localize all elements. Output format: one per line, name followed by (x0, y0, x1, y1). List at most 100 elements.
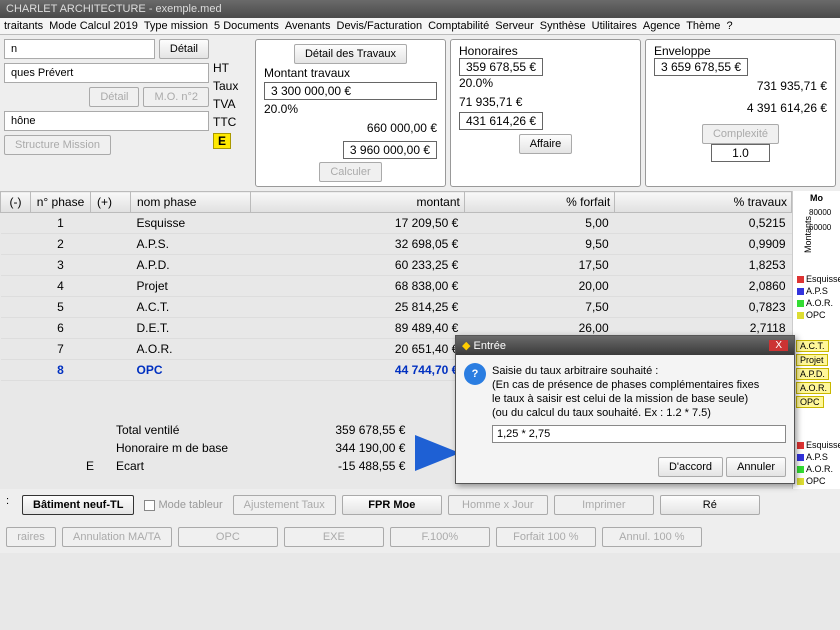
dialog-title: Entrée (474, 340, 506, 352)
enveloppe-title: Enveloppe (654, 44, 827, 58)
honoraires-title: Honoraires (459, 44, 632, 58)
field-1[interactable]: n (4, 39, 155, 59)
complexite-button[interactable]: Complexité (702, 124, 779, 144)
menu-item[interactable]: Serveur (495, 20, 534, 32)
fpr-moe-button[interactable]: FPR Moe (342, 495, 442, 515)
col-nphase[interactable]: n° phase (31, 192, 91, 213)
field-3[interactable]: hône (4, 111, 209, 131)
travaux-ttc: 3 960 000,00 € (343, 141, 437, 159)
menu-item[interactable]: Thème (686, 20, 720, 32)
menu-item[interactable]: Utilitaires (592, 20, 637, 32)
table-header-row: (-) n° phase (+) nom phase montant % for… (1, 192, 792, 213)
imprimer-button[interactable]: Imprimer (554, 495, 654, 515)
table-row[interactable]: 5A.C.T.25 814,25 €7,500,7823 (1, 297, 792, 318)
dialog-line-1: Saisie du taux arbitraire souhaité : (492, 365, 786, 377)
menu-item[interactable]: Synthèse (540, 20, 586, 32)
raires-button[interactable]: raires (6, 527, 56, 547)
ecart-col-e: E (70, 457, 110, 475)
homme-jour-button[interactable]: Homme x Jour (448, 495, 548, 515)
pointer-arrow-icon (415, 435, 460, 471)
label-e: E (213, 133, 231, 149)
phase-badge: A.P.D. (796, 368, 829, 380)
col-minus[interactable]: (-) (1, 192, 31, 213)
chart-ylabel: Montants (803, 216, 813, 253)
enveloppe-panel: Enveloppe 3 659 678,55 € 731 935,71 € 4 … (645, 39, 836, 187)
honoraires-panel: Honoraires 359 678,55 € 20.0% 71 935,71 … (450, 39, 641, 187)
close-icon[interactable]: X (769, 340, 788, 351)
col-plus[interactable]: (+) (91, 192, 131, 213)
label-ht: HT (213, 61, 251, 75)
menu-item[interactable]: Devis/Facturation (337, 20, 423, 32)
table-row[interactable]: 1Esquisse17 209,50 €5,000,5215 (1, 213, 792, 234)
legend-item: OPC (795, 309, 838, 321)
label-ttc: TTC (213, 115, 251, 129)
enveloppe-tva: 731 935,71 € (654, 76, 827, 96)
ajustement-taux-button[interactable]: Ajustement Taux (233, 495, 336, 515)
label-taux: Taux (213, 79, 251, 93)
menu-item[interactable]: Avenants (285, 20, 331, 32)
mode-tableur-check[interactable]: Mode tableur (140, 495, 226, 515)
right-charts: Mo Montants 80000 60000 EsquisseA.P.SA.O… (792, 191, 840, 489)
table-row[interactable]: 3A.P.D.60 233,25 €17,501,8253 (1, 255, 792, 276)
annulation-ma-ta-button[interactable]: Annulation MA/TA (62, 527, 172, 547)
table-row[interactable]: 4Projet68 838,00 €20,002,0860 (1, 276, 792, 297)
dialog-cancel-button[interactable]: Annuler (726, 457, 786, 477)
menu-item[interactable]: 5 Documents (214, 20, 279, 32)
menu-item[interactable]: Type mission (144, 20, 208, 32)
phase-badge: Projet (796, 354, 828, 366)
opc-button[interactable]: OPC (178, 527, 278, 547)
structure-mission-button[interactable]: Structure Mission (4, 135, 111, 155)
legend-item: A.P.S (795, 285, 838, 297)
honoraires-ht: 359 678,55 € (459, 58, 543, 76)
ecart-label: Ecart (110, 457, 250, 475)
calculer-button[interactable]: Calculer (319, 162, 381, 182)
dialog-titlebar[interactable]: ◆ Entrée X (456, 336, 794, 355)
toolbar-row-2: raires Annulation MA/TA OPC EXE F.100% F… (0, 521, 840, 553)
re-button[interactable]: Ré (660, 495, 760, 515)
affaire-button[interactable]: Affaire (519, 134, 573, 154)
mo-n2-button[interactable]: M.O. n°2 (143, 87, 209, 107)
dialog-ok-button[interactable]: D'accord (658, 457, 723, 477)
detail-button-1[interactable]: Détail (159, 39, 209, 59)
total-ventile-label: Total ventilé (110, 421, 250, 439)
legend-item: OPC (795, 475, 838, 487)
menu-item[interactable]: ? (726, 20, 732, 32)
menubar: traitants Mode Calcul 2019 Type mission 5 D… (0, 18, 840, 35)
legend-item: Esquisse (795, 439, 838, 451)
total-ventile-montant: 359 678,55 € (250, 421, 411, 439)
batiment-button[interactable]: Bâtiment neuf-TL (22, 495, 134, 515)
col-nom[interactable]: nom phase (131, 192, 251, 213)
detail-button-2[interactable]: Détail (89, 87, 139, 107)
montant-travaux-label: Montant travaux (264, 66, 437, 80)
menu-item[interactable]: Agence (643, 20, 680, 32)
table-row[interactable]: 2A.P.S.32 698,05 €9,500,9909 (1, 234, 792, 255)
detail-travaux-button[interactable]: Détail des Travaux (294, 44, 407, 64)
col-travaux[interactable]: % travaux (615, 192, 792, 213)
menu-item[interactable]: Comptabilité (428, 20, 489, 32)
col-montant[interactable]: montant (251, 192, 465, 213)
question-icon: ? (464, 363, 486, 385)
honoraire-base-montant: 344 190,00 € (250, 439, 411, 457)
f100-button[interactable]: F.100% (390, 527, 490, 547)
legend-item: Esquisse (795, 273, 838, 285)
field-2[interactable]: ques Prévert (4, 63, 209, 83)
col-forfait[interactable]: % forfait (464, 192, 614, 213)
chart-tick: 80000 (809, 208, 831, 217)
exe-button[interactable]: EXE (284, 527, 384, 547)
tax-labels: HT Taux TVA TTC E (213, 39, 251, 187)
menu-item[interactable]: traitants (4, 20, 43, 32)
forfait-100-button[interactable]: Forfait 100 % (496, 527, 596, 547)
annul-100-button[interactable]: Annul. 100 % (602, 527, 702, 547)
toolbar-row-1: : Bâtiment neuf-TL Mode tableur Ajusteme… (0, 489, 840, 521)
top-panels: n Détail ques Prévert Détail M.O. n°2 hô… (0, 35, 840, 191)
menu-item[interactable]: Mode Calcul 2019 (49, 20, 138, 32)
travaux-ht: 3 300 000,00 € (264, 82, 437, 100)
travaux-panel: Détail des Travaux Montant travaux 3 300… (255, 39, 446, 187)
checkbox-icon (144, 500, 155, 511)
phase-badge: A.C.T. (796, 340, 829, 352)
honoraire-base-label: Honoraire m de base (110, 439, 250, 457)
dialog-input[interactable] (492, 425, 786, 443)
chart-title: Mo (795, 193, 838, 203)
honoraires-tva: 71 935,71 € (459, 92, 632, 112)
complexite-value: 1.0 (711, 144, 770, 162)
